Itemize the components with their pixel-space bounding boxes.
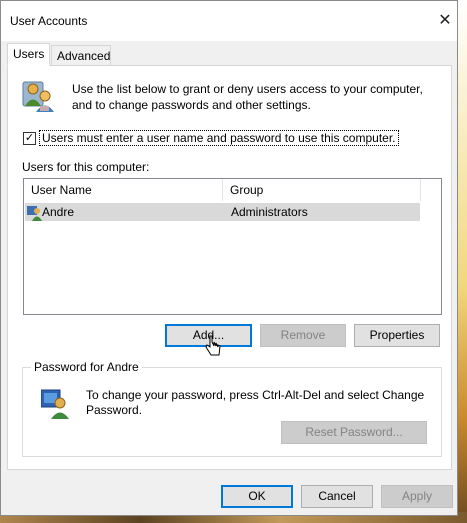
require-login-label[interactable]: Users must enter a user name and passwor… [39, 130, 399, 146]
properties-button[interactable]: Properties [354, 324, 440, 347]
row-group: Administrators [231, 205, 308, 219]
column-header-group[interactable]: Group [223, 179, 421, 201]
remove-button[interactable]: Remove [260, 324, 346, 347]
listview-header: User Name Group [24, 179, 441, 201]
require-login-checkbox[interactable]: ✓ [23, 132, 36, 145]
tab-users[interactable]: Users [7, 43, 50, 66]
column-header-username[interactable]: User Name [24, 179, 223, 201]
password-user-icon [41, 389, 69, 419]
window-title: User Accounts [10, 14, 88, 28]
users-icon [22, 81, 54, 112]
user-accounts-dialog: User Accounts ✕ Users Advanced Use the l… [0, 0, 458, 516]
apply-button[interactable]: Apply [381, 485, 453, 508]
ok-button[interactable]: OK [221, 485, 293, 508]
users-listview[interactable]: User Name Group Andre Administrators [23, 178, 442, 315]
users-tab-panel: Use the list below to grant or deny user… [7, 65, 452, 470]
cancel-button[interactable]: Cancel [301, 485, 373, 508]
users-list-label: Users for this computer: [22, 160, 150, 174]
tab-advanced[interactable]: Advanced [51, 45, 111, 66]
password-instructions: To change your password, press Ctrl-Alt-… [86, 388, 425, 417]
password-group-title: Password for Andre [31, 360, 142, 374]
user-icon [27, 206, 42, 221]
row-username: Andre [42, 205, 75, 219]
table-row[interactable]: Andre Administrators [25, 203, 420, 221]
close-icon[interactable]: ✕ [435, 11, 455, 31]
title-bar[interactable]: User Accounts ✕ [1, 1, 457, 41]
mouse-cursor-icon [205, 335, 221, 356]
intro-text: Use the list below to grant or deny user… [72, 82, 423, 112]
reset-password-button[interactable]: Reset Password... [281, 421, 427, 444]
